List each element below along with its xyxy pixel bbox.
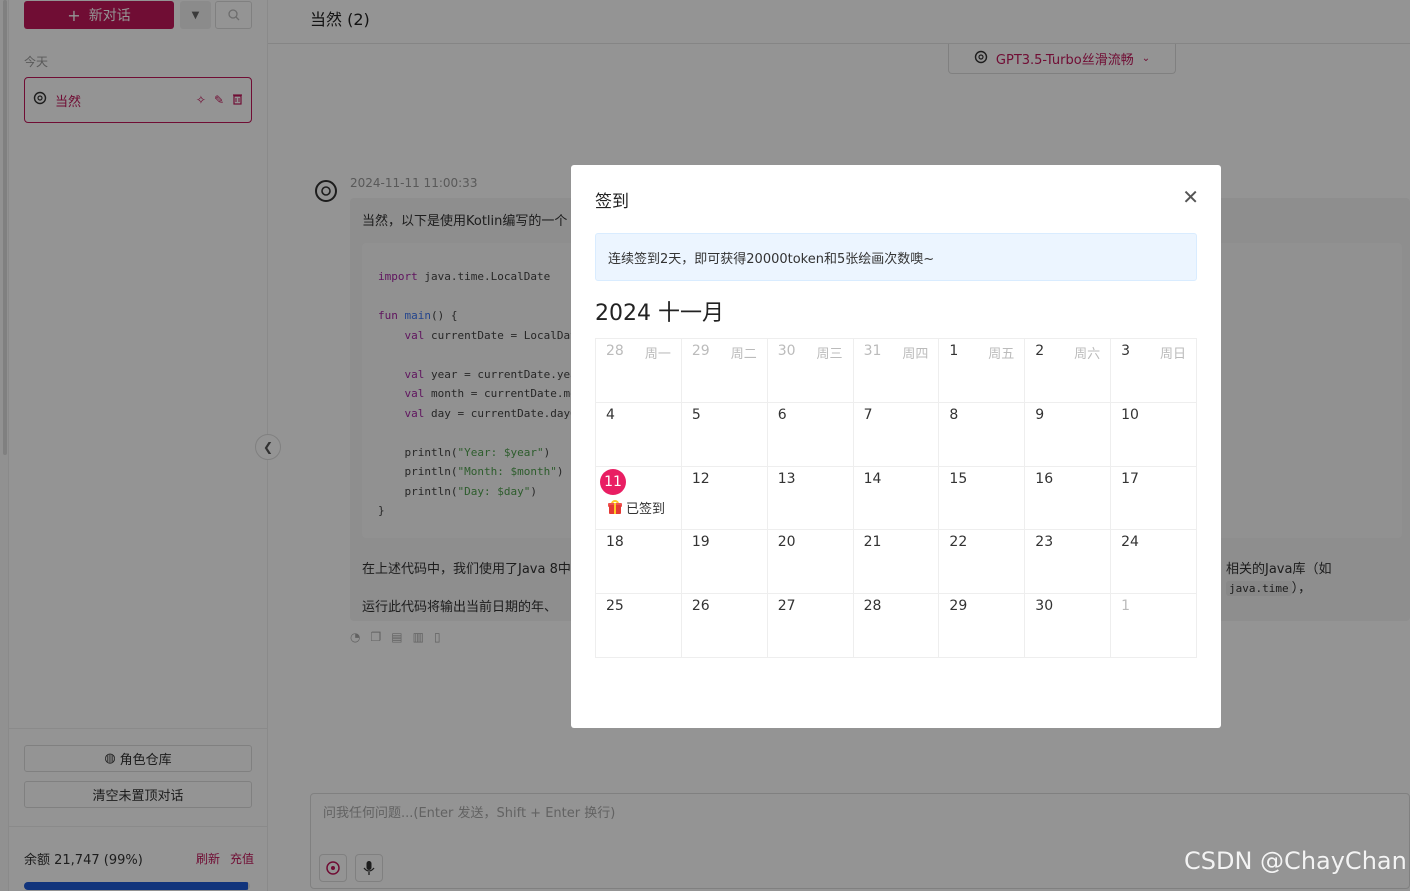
calendar-day[interactable]: 6 — [767, 402, 854, 467]
weekday-label: 周三 — [816, 347, 843, 362]
weekday-label: 周一 — [644, 347, 671, 362]
signed-badge: 已签到 — [608, 498, 671, 517]
calendar-day-number: 17 — [1121, 470, 1139, 487]
calendar-day[interactable]: 1 — [1111, 594, 1197, 658]
close-icon[interactable]: ✕ — [1182, 187, 1199, 207]
calendar-day[interactable]: 5 — [681, 402, 768, 467]
calendar-day-number: 21 — [863, 534, 882, 551]
calendar-day-number: 3 — [1121, 343, 1131, 359]
calendar-day[interactable]: 10 — [1111, 402, 1197, 467]
calendar-day-number: 30 — [1035, 598, 1054, 615]
calendar-day-number: 1 — [949, 343, 959, 359]
calendar-day[interactable]: 19 — [681, 530, 768, 595]
signed-label: 已签到 — [626, 501, 666, 517]
calendar-day-number: 29 — [949, 598, 968, 615]
calendar-day[interactable]: 9 — [1025, 402, 1112, 467]
watermark: CSDN @ChayChan — [1184, 847, 1407, 875]
calendar-day-number: 11 — [600, 468, 626, 495]
weekday-label: 周五 — [988, 347, 1015, 362]
calendar-day[interactable]: 2 周六 — [1025, 339, 1112, 403]
calendar-day[interactable]: 30 周三 — [767, 339, 854, 403]
calendar-day-number: 26 — [691, 598, 710, 615]
calendar-day[interactable]: 14 — [853, 466, 940, 531]
calendar-day-number: 5 — [691, 406, 701, 423]
calendar-day-number: 13 — [777, 470, 796, 487]
calendar-day[interactable]: 8 — [939, 402, 1026, 467]
calendar-day[interactable]: 25 — [596, 594, 682, 658]
calendar-day-number: 9 — [1035, 406, 1045, 423]
calendar-day-number: 22 — [949, 534, 968, 551]
checkin-notice: 连续签到2天，即可获得20000token和5张绘画次数噢~ — [595, 233, 1197, 281]
calendar-day-number: 6 — [777, 406, 787, 423]
calendar-day-number: 1 — [1121, 598, 1131, 615]
calendar-day[interactable]: 11 已签到 — [596, 466, 682, 531]
calendar-day[interactable]: 3 周日 — [1111, 339, 1197, 403]
calendar-day[interactable]: 27 — [767, 594, 854, 658]
calendar-day[interactable]: 17 — [1111, 466, 1197, 531]
calendar-day[interactable]: 29 — [939, 594, 1026, 658]
calendar-day-number: 15 — [949, 470, 968, 487]
weekday-label: 周二 — [730, 347, 757, 362]
calendar-title: 2024 十一月 — [595, 301, 724, 326]
dialog-title: 签到 — [595, 192, 629, 212]
calendar-day[interactable]: 29 周二 — [681, 339, 768, 403]
calendar-day[interactable]: 16 — [1025, 466, 1112, 531]
calendar-day[interactable]: 24 — [1111, 530, 1197, 595]
calendar-day[interactable]: 31 周四 — [853, 339, 940, 403]
calendar-day[interactable]: 18 — [596, 530, 682, 595]
calendar-day-number: 30 — [777, 343, 796, 359]
calendar-day-number: 19 — [691, 534, 710, 551]
calendar-day[interactable]: 15 — [939, 466, 1026, 531]
calendar-day-number: 2 — [1035, 343, 1045, 359]
calendar-day-number: 28 — [606, 343, 624, 359]
calendar-day-number: 25 — [606, 598, 624, 615]
calendar-day[interactable]: 13 — [767, 466, 854, 531]
calendar-day-number: 29 — [691, 343, 710, 359]
calendar-day[interactable]: 28 — [853, 594, 940, 658]
weekday-label: 周六 — [1074, 347, 1101, 362]
calendar-day-number: 16 — [1035, 470, 1054, 487]
calendar-day[interactable]: 30 — [1025, 594, 1112, 658]
calendar-day[interactable]: 12 — [681, 466, 768, 531]
calendar-day[interactable]: 20 — [767, 530, 854, 595]
calendar-day-number: 10 — [1121, 406, 1139, 423]
calendar-day-number: 31 — [863, 343, 882, 359]
calendar-day[interactable]: 23 — [1025, 530, 1112, 595]
calendar-day-number: 24 — [1121, 534, 1139, 551]
weekday-label: 周四 — [902, 347, 929, 362]
calendar-day[interactable]: 28 周一 — [596, 339, 682, 403]
gift-icon — [608, 500, 622, 515]
calendar-day[interactable]: 4 — [596, 402, 682, 467]
calendar-day[interactable]: 1 周五 — [939, 339, 1026, 403]
checkin-dialog: 签到 ✕ 连续签到2天，即可获得20000token和5张绘画次数噢~ 2024… — [571, 165, 1221, 728]
calendar-day-number: 18 — [606, 534, 624, 551]
calendar-grid: 28 周一 29 周二 30 周三 31 周四 1 周五 2 周六 3 周日 4 5 6 7 8 9 10 11 已签到 12… — [595, 338, 1197, 658]
calendar-day[interactable]: 26 — [681, 594, 768, 658]
calendar-day-number: 14 — [863, 470, 882, 487]
calendar-day-number: 27 — [777, 598, 796, 615]
calendar-day[interactable]: 7 — [853, 402, 940, 467]
calendar-day[interactable]: 21 — [853, 530, 940, 595]
calendar-day-number: 4 — [606, 406, 615, 423]
calendar-day-number: 28 — [863, 598, 882, 615]
calendar-day-number: 8 — [949, 406, 959, 423]
weekday-label: 周日 — [1159, 347, 1186, 362]
calendar-day-number: 7 — [863, 406, 873, 423]
calendar-day[interactable]: 22 — [939, 530, 1026, 595]
calendar-day-number: 12 — [691, 470, 710, 487]
calendar-day-number: 23 — [1035, 534, 1054, 551]
calendar-day-number: 20 — [777, 534, 796, 551]
